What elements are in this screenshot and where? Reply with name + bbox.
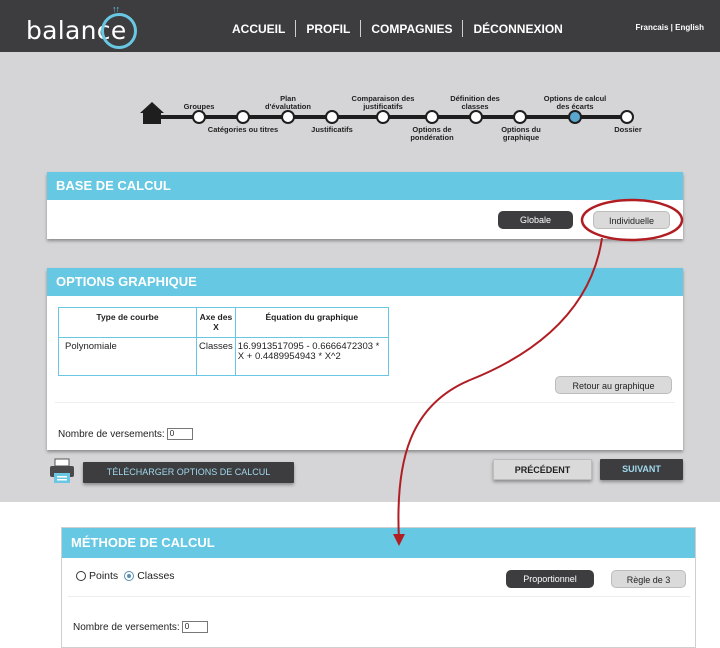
step-dot-groupes[interactable]	[192, 110, 206, 124]
methode-radio-group: Points Classes	[76, 570, 181, 582]
options-graphique-panel: OPTIONS GRAPHIQUE Type de courbe Axe des…	[47, 268, 683, 450]
page-root: balance ↑↑ ACCUEIL PROFIL COMPAGNIES DÉC…	[0, 0, 720, 648]
step-label-ponderation: Options de pondération	[410, 125, 454, 142]
step-dot-justificatifs[interactable]	[325, 110, 339, 124]
step-dot-ecarts[interactable]	[568, 110, 582, 124]
step-label-groupes: Groupes	[183, 102, 215, 111]
proportionnel-button[interactable]: Proportionnel	[506, 570, 594, 588]
globale-button[interactable]: Globale	[498, 211, 573, 229]
methode-calcul-title: MÉTHODE DE CALCUL	[62, 528, 695, 558]
step-dot-classes[interactable]	[469, 110, 483, 124]
col-header-type: Type de courbe	[58, 307, 197, 338]
col-header-equation: Équation du graphique	[234, 307, 389, 338]
individuelle-button[interactable]: Individuelle	[593, 211, 670, 229]
base-calcul-title: BASE DE CALCUL	[47, 172, 683, 200]
nav-deconnexion[interactable]: DÉCONNEXION	[463, 22, 572, 36]
regle-de-3-button[interactable]: Règle de 3	[611, 570, 686, 588]
cell-axe: Classes	[196, 337, 236, 376]
base-calcul-panel: BASE DE CALCUL Globale Individuelle	[47, 172, 683, 239]
step-dot-plan[interactable]	[281, 110, 295, 124]
step-dot-categories[interactable]	[236, 110, 250, 124]
main-nav: ACCUEIL PROFIL COMPAGNIES DÉCONNEXION	[222, 20, 573, 37]
cell-equation: 16.9913517095 - 0.6666472303 * X + 0.448…	[234, 337, 389, 376]
step-dot-comparaison[interactable]	[376, 110, 390, 124]
graph-options-table: Type de courbe Axe des X Équation du gra…	[58, 307, 389, 376]
nav-compagnies[interactable]: COMPAGNIES	[361, 22, 462, 36]
suivant-button[interactable]: SUIVANT	[600, 459, 683, 480]
col-header-axe: Axe des X	[196, 307, 236, 338]
step-dot-ponderation[interactable]	[425, 110, 439, 124]
step-label-comparaison: Comparaison des justificatifs	[351, 94, 415, 111]
versements-input[interactable]: 0	[166, 428, 193, 440]
versements-row: Nombre de versements: 0	[73, 621, 208, 633]
printer-icon[interactable]	[49, 458, 75, 484]
nav-profil[interactable]: PROFIL	[296, 22, 360, 36]
table-header-row: Type de courbe Axe des X Équation du gra…	[58, 307, 389, 338]
versements-label: Nombre de versements:	[73, 621, 180, 633]
versements-label: Nombre de versements:	[58, 428, 165, 440]
radio-classes[interactable]	[124, 571, 135, 581]
logo-ring-icon	[101, 13, 137, 49]
lang-francais-link[interactable]: Francais	[636, 23, 669, 32]
step-label-ecarts: Options de calcul des écarts	[543, 94, 607, 111]
logo-arrows-icon: ↑↑	[112, 4, 120, 14]
step-label-categories: Catégories ou titres	[207, 125, 279, 134]
language-switch: Francais | English	[636, 23, 704, 32]
step-label-classes: Définition des classes	[450, 94, 500, 111]
telecharger-options-button[interactable]: TÉLÉCHARGER OPTIONS DE CALCUL	[83, 462, 294, 483]
step-dot-graphique[interactable]	[513, 110, 527, 124]
step-dot-dossier[interactable]	[620, 110, 634, 124]
table-row: Polynomiale Classes 16.9913517095 - 0.66…	[58, 337, 389, 376]
divider	[55, 402, 675, 403]
radio-classes-label: Classes	[137, 570, 175, 582]
nav-accueil[interactable]: ACCUEIL	[222, 22, 295, 36]
radio-points[interactable]	[76, 571, 86, 581]
radio-points-label: Points	[89, 570, 119, 582]
stepper-track	[156, 115, 628, 119]
methode-calcul-panel: MÉTHODE DE CALCUL Points Classes Proport…	[61, 527, 696, 648]
options-graphique-title: OPTIONS GRAPHIQUE	[47, 268, 683, 296]
step-label-dossier: Dossier	[614, 125, 642, 134]
cell-type: Polynomiale	[58, 337, 197, 376]
versements-input[interactable]: 0	[181, 621, 208, 633]
step-label-graphique: Options du graphique	[501, 125, 541, 142]
divider	[68, 596, 690, 597]
step-label-justificatifs: Justificatifs	[311, 125, 353, 134]
top-bar: balance ↑↑ ACCUEIL PROFIL COMPAGNIES DÉC…	[0, 0, 720, 52]
step-label-plan: Plan d'évalutation	[265, 94, 311, 111]
lang-english-link[interactable]: English	[675, 23, 704, 32]
versements-row: Nombre de versements: 0	[58, 428, 193, 440]
progress-stepper: Groupes Catégories ou titres Plan d'éval…	[138, 92, 658, 148]
retour-graphique-button[interactable]: Retour au graphique	[555, 376, 672, 394]
precedent-button[interactable]: PRÉCÉDENT	[493, 459, 592, 480]
balance-logo[interactable]: balance ↑↑	[26, 4, 137, 50]
